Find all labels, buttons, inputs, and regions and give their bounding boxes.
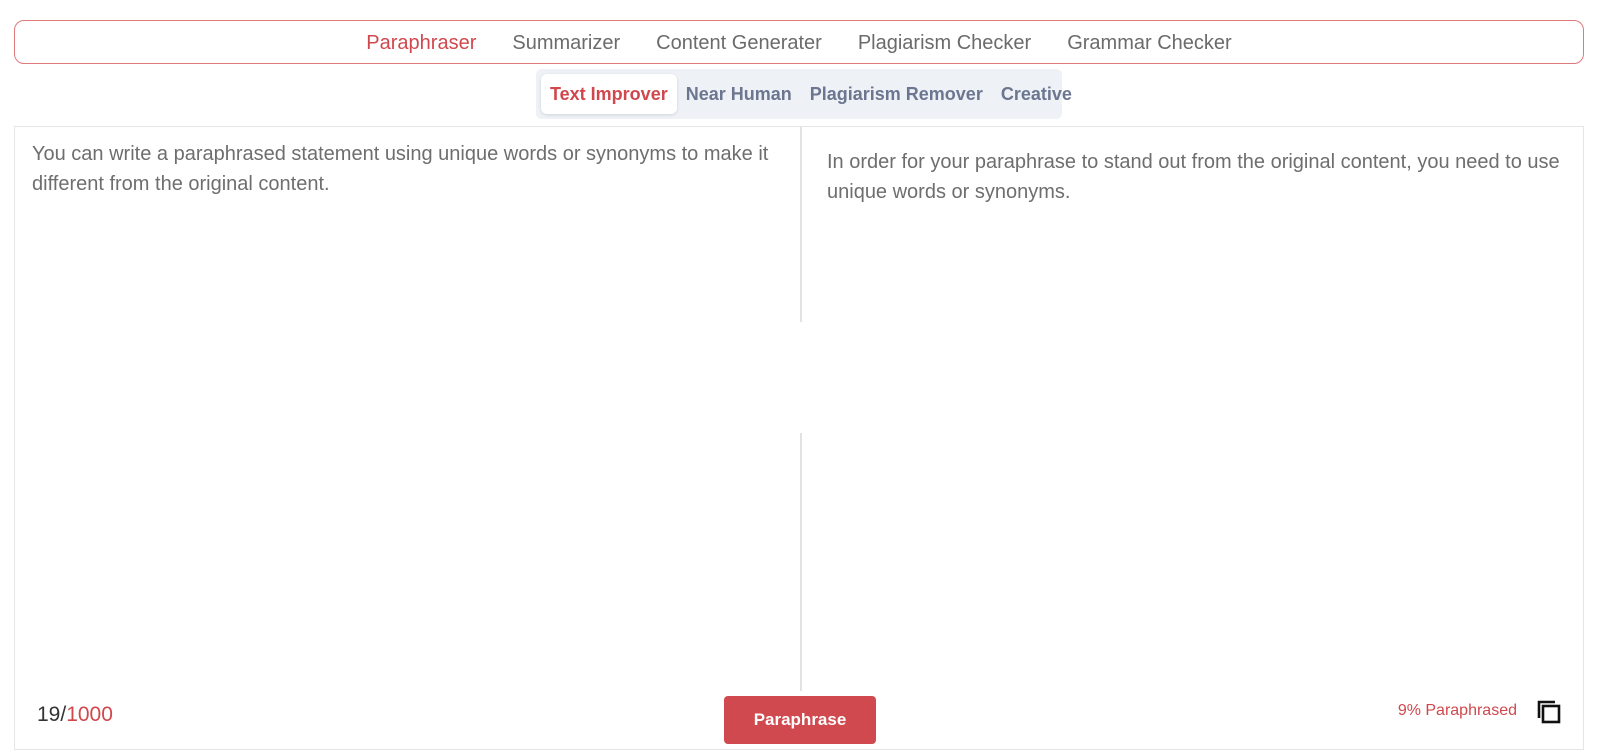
word-counter: 19/1000 xyxy=(37,703,113,727)
output-text: In order for your paraphrase to stand ou… xyxy=(827,151,1560,203)
copy-icon-svg xyxy=(1537,700,1561,724)
mode-near-human[interactable]: Near Human xyxy=(677,74,801,114)
mode-plagiarism-remover[interactable]: Plagiarism Remover xyxy=(801,74,992,114)
tab-summarizer[interactable]: Summarizer xyxy=(494,21,638,65)
copy-icon[interactable] xyxy=(1535,698,1563,726)
top-nav: Paraphraser Summarizer Content Generater… xyxy=(14,20,1584,66)
mode-selector: Text Improver Near Human Plagiarism Remo… xyxy=(536,69,1072,119)
top-tabs: Paraphraser Summarizer Content Generater… xyxy=(15,21,1583,66)
tab-content-generater[interactable]: Content Generater xyxy=(638,21,840,65)
word-count: 19 xyxy=(37,703,61,726)
panel-divider xyxy=(800,127,802,322)
tab-paraphraser[interactable]: Paraphraser xyxy=(348,21,495,66)
editor-panel: You can write a paraphrased statement us… xyxy=(14,126,1584,750)
mode-text-improver[interactable]: Text Improver xyxy=(541,74,677,114)
paraphrase-button[interactable]: Paraphrase xyxy=(724,696,876,744)
input-textarea[interactable]: You can write a paraphrased statement us… xyxy=(32,139,777,199)
tab-grammar-checker[interactable]: Grammar Checker xyxy=(1049,21,1249,65)
paraphrased-percentage: 9% Paraphrased xyxy=(1397,702,1517,719)
word-limit: 1000 xyxy=(66,703,113,726)
tab-plagiarism-checker[interactable]: Plagiarism Checker xyxy=(840,21,1049,65)
panel-divider xyxy=(800,433,802,691)
mode-creative[interactable]: Creative xyxy=(992,74,1081,114)
